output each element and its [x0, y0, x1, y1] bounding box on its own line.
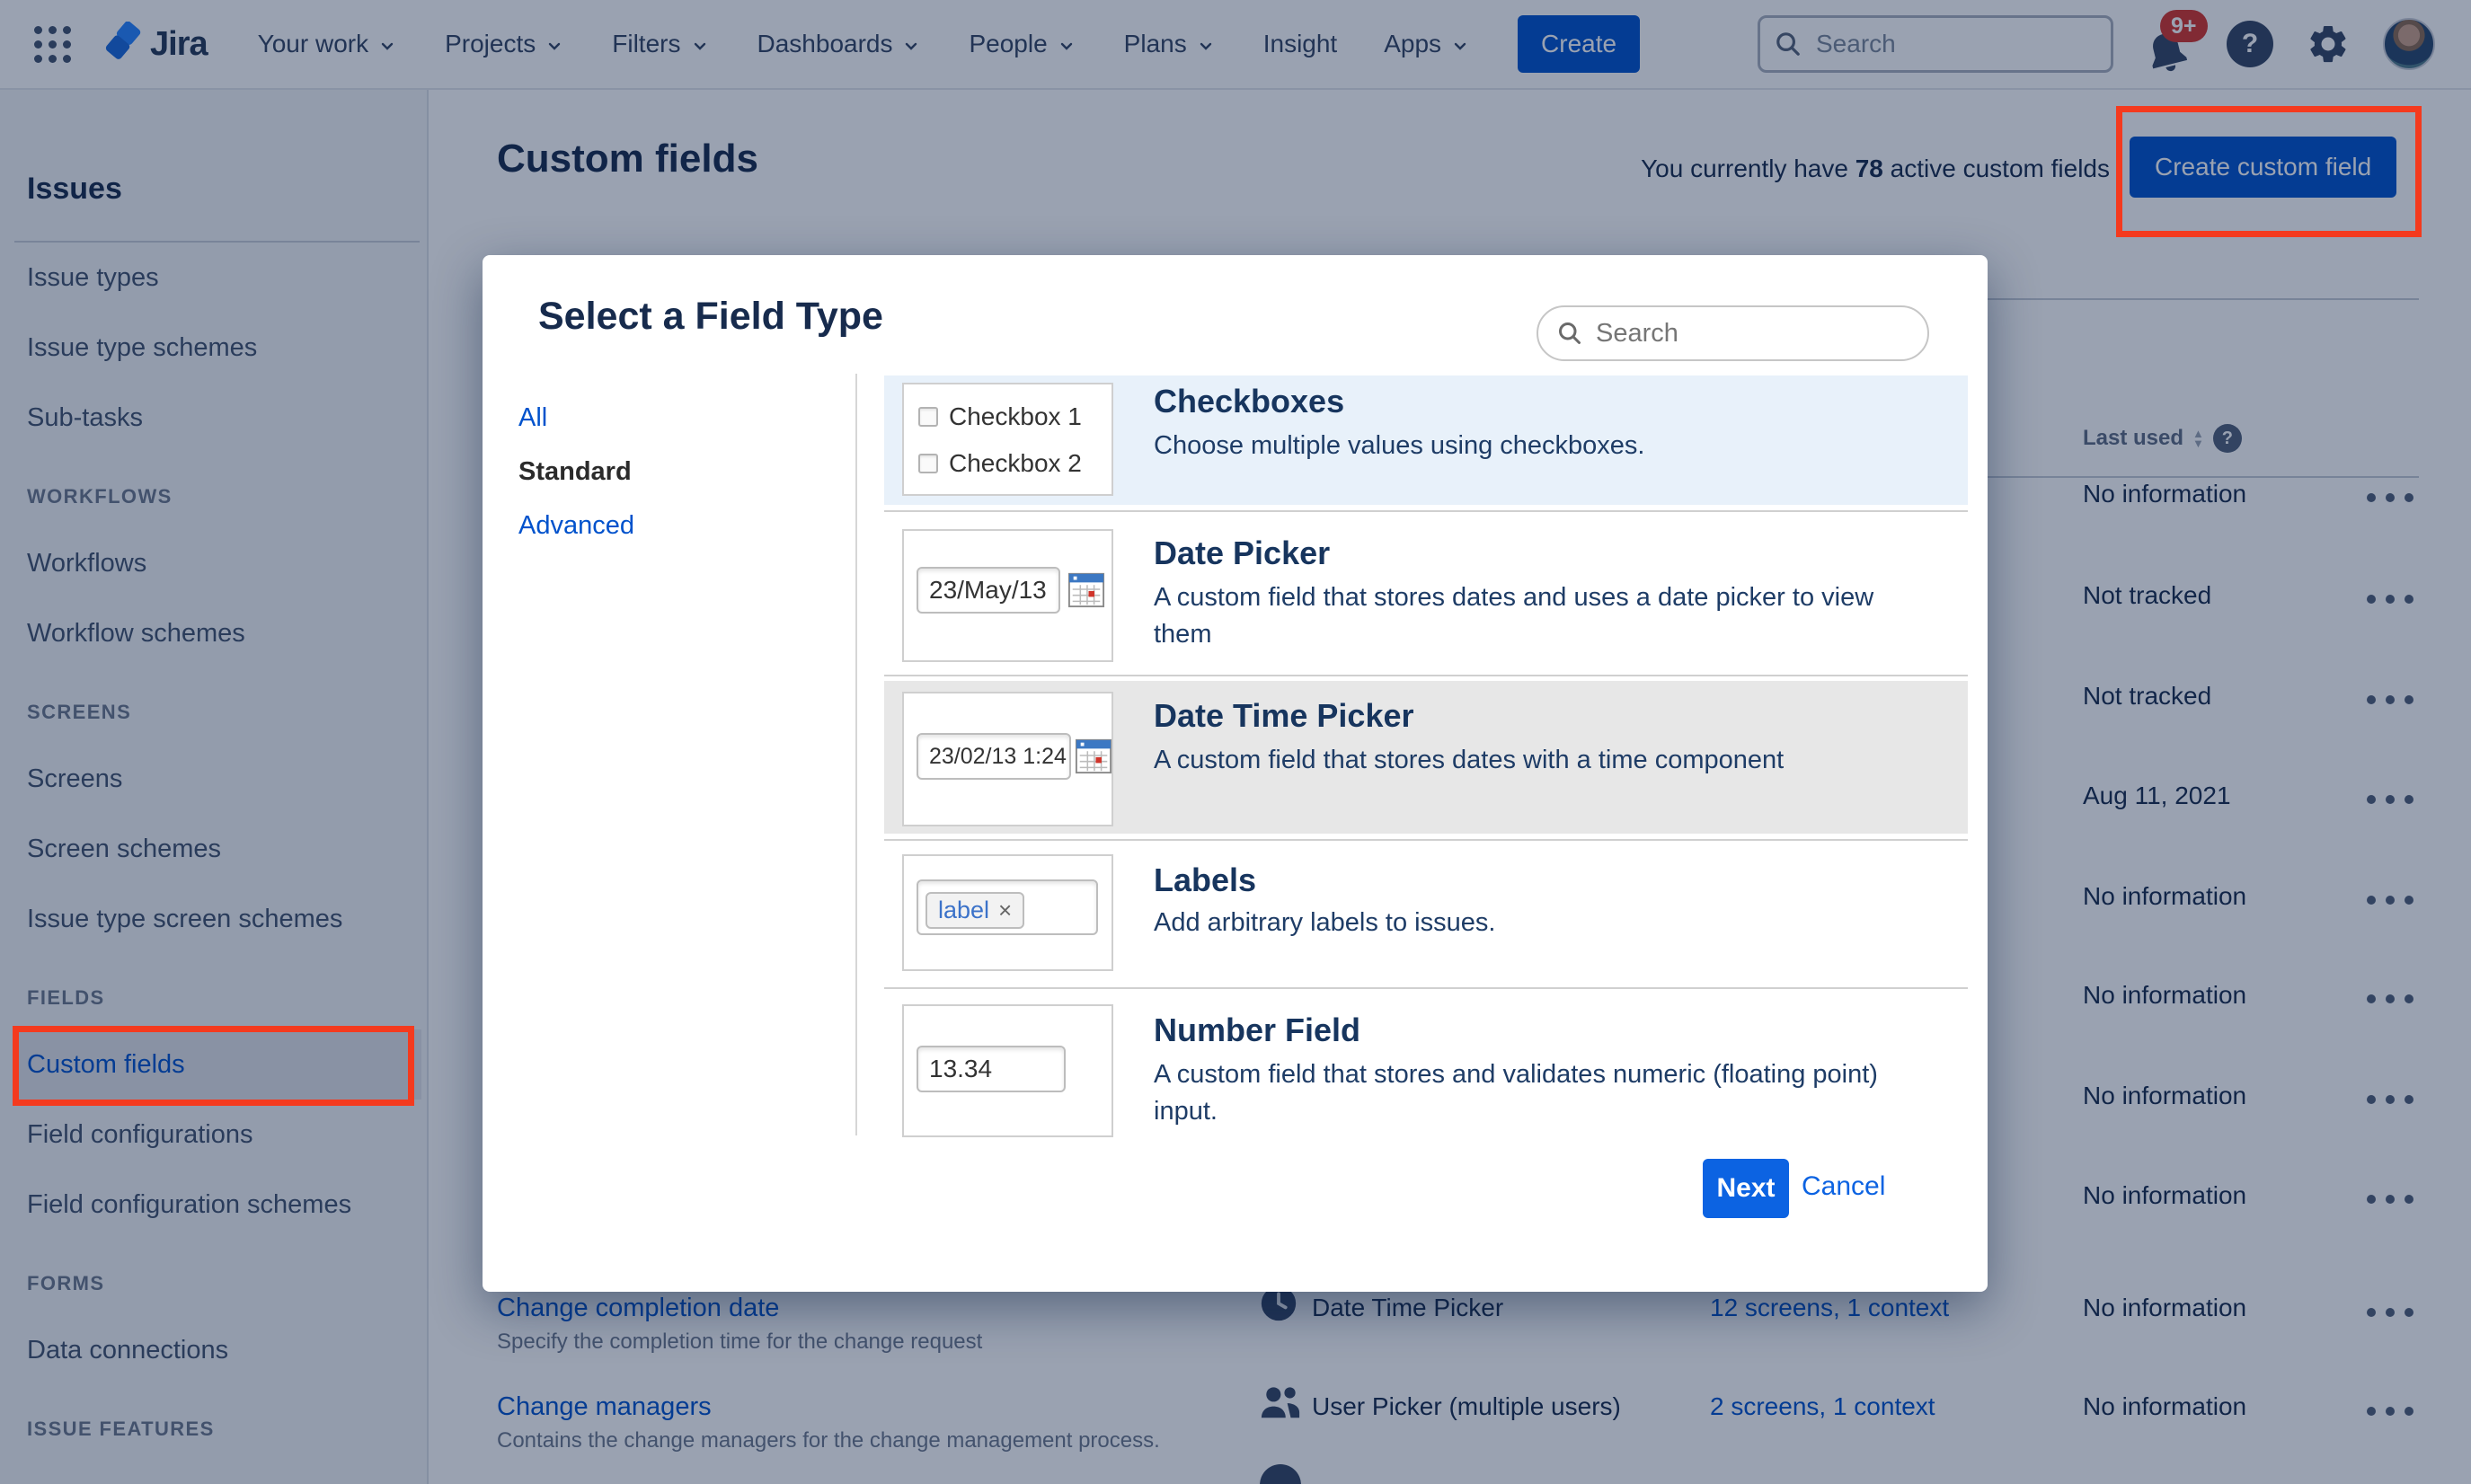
labels-preview: label ×	[902, 854, 1113, 971]
field-type-description: A custom field that stores dates with a …	[1154, 746, 1785, 774]
jira-admin-custom-fields-page: Jira Your work Projects Filters Dashboar…	[0, 0, 2471, 1484]
dialog-title: Select a Field Type	[538, 295, 883, 338]
field-type-description: A custom field that stores dates and use…	[1154, 583, 1874, 649]
field-type-list: Checkbox 1 Checkbox 2 Checkboxes Choose …	[884, 375, 1968, 1141]
dialog-search-input[interactable]	[1537, 305, 1929, 361]
dialog-search	[1537, 305, 1929, 361]
field-type-name: Number Field	[1154, 1011, 1361, 1048]
checkboxes-preview: Checkbox 1 Checkbox 2	[902, 383, 1113, 496]
label-tag: label ×	[926, 891, 1025, 929]
field-type-name: Labels	[1154, 861, 1257, 898]
category-advanced[interactable]: Advanced	[518, 511, 634, 541]
field-type-option-date-time-picker[interactable]: 23/02/13 1:24 Date Time Picker A custom …	[884, 681, 1968, 834]
field-type-option-labels[interactable]: label × Labels Add arbitrary labels to is…	[884, 845, 1968, 982]
remove-tag-icon: ×	[998, 896, 1013, 923]
calendar-icon	[1067, 572, 1105, 608]
number-field-preview: 13.34	[902, 1004, 1113, 1137]
field-type-option-date-picker[interactable]: 23/May/13 Date Picker A custom field tha…	[884, 517, 1968, 669]
field-type-option-checkboxes[interactable]: Checkbox 1 Checkbox 2 Checkboxes Choose …	[884, 375, 1968, 505]
dialog-divider	[855, 374, 857, 1135]
cancel-button[interactable]: Cancel	[1802, 1171, 1885, 1202]
field-type-name: Checkboxes	[1154, 383, 1345, 420]
checkbox-icon	[918, 407, 938, 427]
field-type-description: A custom field that stores and validates…	[1154, 1060, 1878, 1126]
field-type-description: Choose multiple values using checkboxes.	[1154, 431, 1645, 460]
checkbox-icon	[918, 454, 938, 473]
date-picker-preview: 23/May/13	[902, 529, 1113, 662]
calendar-icon	[1075, 738, 1112, 774]
field-type-description: Add arbitrary labels to issues.	[1154, 908, 1496, 937]
date-time-picker-preview: 23/02/13 1:24	[902, 692, 1113, 826]
category-all[interactable]: All	[518, 403, 547, 433]
field-type-name: Date Picker	[1154, 534, 1331, 571]
search-icon	[1559, 322, 1581, 344]
field-type-name: Date Time Picker	[1154, 697, 1414, 734]
category-standard[interactable]: Standard	[518, 457, 632, 487]
field-type-option-number-field[interactable]: 13.34 Number Field A custom field that s…	[884, 994, 1968, 1139]
select-field-type-dialog: Select a Field Type All Standard Advance…	[483, 255, 1988, 1292]
next-button[interactable]: Next	[1703, 1159, 1789, 1218]
